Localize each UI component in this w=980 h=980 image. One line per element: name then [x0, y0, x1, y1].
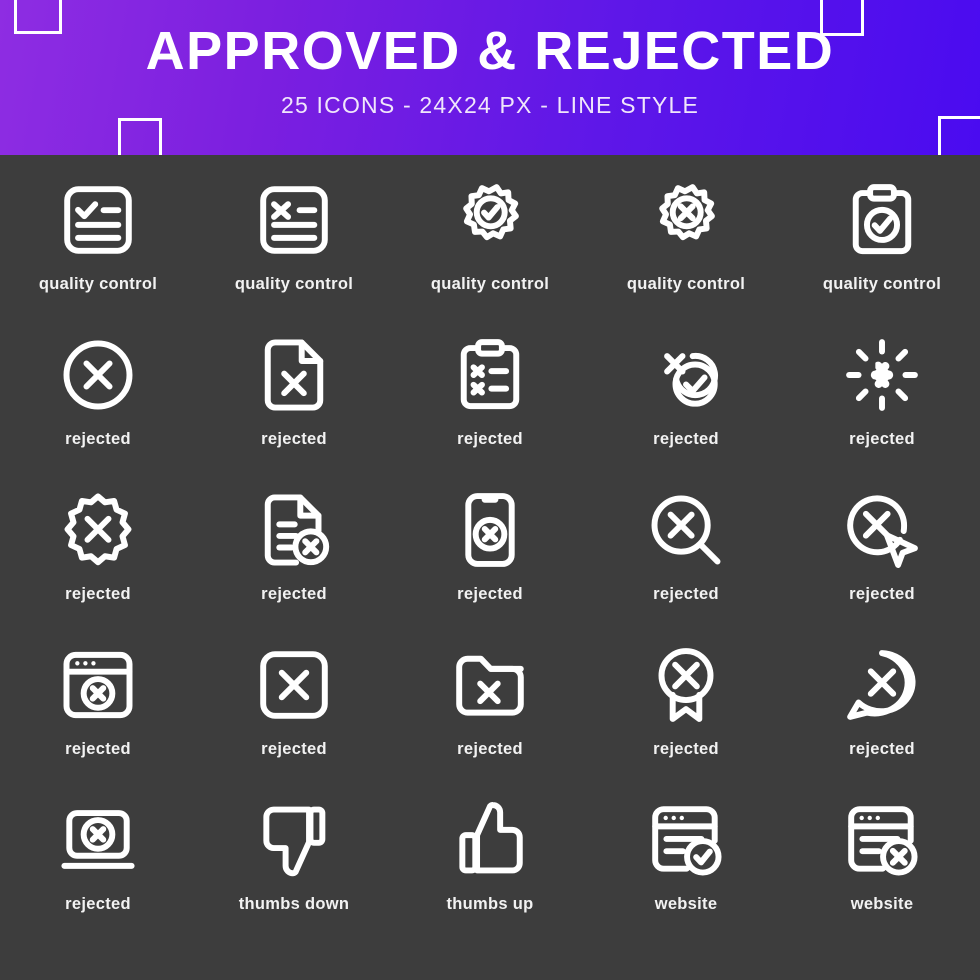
gear-cross-icon[interactable]	[643, 177, 729, 263]
icon-cell[interactable]: rejected	[196, 473, 392, 628]
icon-cell[interactable]: rejected	[0, 318, 196, 473]
icon-label: rejected	[65, 895, 131, 913]
icon-label: quality control	[234, 275, 354, 293]
header-banner: APPROVED & REJECTED 25 ICONS - 24X24 PX …	[0, 0, 980, 155]
clipboard-cross-list-icon[interactable]	[447, 332, 533, 418]
icon-cell[interactable]: rejected	[0, 783, 196, 938]
icon-set-page: APPROVED & REJECTED 25 ICONS - 24X24 PX …	[0, 0, 980, 980]
icon-label: rejected	[261, 430, 327, 448]
icon-cell[interactable]: website	[784, 783, 980, 938]
header-text-block: APPROVED & REJECTED 25 ICONS - 24X24 PX …	[0, 24, 980, 119]
icon-grid: quality control quality control quality …	[0, 155, 980, 938]
icon-label: rejected	[849, 740, 915, 758]
icon-label: quality control	[822, 275, 942, 293]
icon-label: rejected	[653, 430, 719, 448]
gear-check-icon[interactable]	[447, 177, 533, 263]
chat-cross-icon[interactable]	[839, 642, 925, 728]
page-title: APPROVED & REJECTED	[145, 21, 835, 81]
icon-label: thumbs down	[238, 895, 350, 913]
icon-label: rejected	[261, 740, 327, 758]
icon-cell[interactable]: rejected	[588, 628, 784, 783]
square-cross-icon[interactable]	[251, 642, 337, 728]
icon-cell[interactable]: quality control	[784, 163, 980, 318]
clipboard-check-icon[interactable]	[839, 177, 925, 263]
icon-cell[interactable]: rejected	[0, 628, 196, 783]
search-cross-icon[interactable]	[643, 487, 729, 573]
icon-label: quality control	[626, 275, 746, 293]
cross-burst-icon[interactable]	[839, 332, 925, 418]
icon-label: rejected	[65, 740, 131, 758]
thumbs-up-icon[interactable]	[447, 797, 533, 883]
badge-starburst-cross-icon[interactable]	[55, 487, 141, 573]
icon-cell[interactable]: quality control	[588, 163, 784, 318]
circle-cross-cursor-icon[interactable]	[839, 487, 925, 573]
icon-cell[interactable]: rejected	[588, 473, 784, 628]
document-cross-icon[interactable]	[251, 332, 337, 418]
icon-cell[interactable]: thumbs up	[392, 783, 588, 938]
icon-label: website	[850, 895, 914, 913]
website-check-icon[interactable]	[643, 797, 729, 883]
circle-cross-icon[interactable]	[55, 332, 141, 418]
icon-label: rejected	[457, 740, 523, 758]
icon-cell[interactable]: rejected	[392, 628, 588, 783]
icon-cell[interactable]: rejected	[588, 318, 784, 473]
thumbs-down-icon[interactable]	[251, 797, 337, 883]
laptop-cross-icon[interactable]	[55, 797, 141, 883]
decorative-square-bottom-right	[938, 116, 980, 155]
icon-cell[interactable]: rejected	[196, 318, 392, 473]
icon-label: quality control	[38, 275, 158, 293]
award-cross-icon[interactable]	[643, 642, 729, 728]
phone-cross-icon[interactable]	[447, 487, 533, 573]
note-cross-icon[interactable]	[251, 177, 337, 263]
icon-cell[interactable]: rejected	[196, 628, 392, 783]
icon-label: thumbs up	[446, 895, 534, 913]
icon-cell[interactable]: quality control	[0, 163, 196, 318]
icon-label: rejected	[457, 430, 523, 448]
page-subtitle: 25 ICONS - 24X24 PX - LINE STYLE	[280, 92, 700, 118]
icon-cell[interactable]: rejected	[784, 473, 980, 628]
note-check-icon[interactable]	[55, 177, 141, 263]
icon-label: rejected	[849, 430, 915, 448]
icon-label: rejected	[65, 585, 131, 603]
icon-cell[interactable]: rejected	[784, 628, 980, 783]
icon-cell[interactable]: quality control	[392, 163, 588, 318]
icon-cell[interactable]: quality control	[196, 163, 392, 318]
icon-label: rejected	[457, 585, 523, 603]
icon-cell[interactable]: thumbs down	[196, 783, 392, 938]
browser-cross-icon[interactable]	[55, 642, 141, 728]
icon-cell[interactable]: website	[588, 783, 784, 938]
file-lines-cross-icon[interactable]	[251, 487, 337, 573]
circles-cross-check-icon[interactable]	[643, 332, 729, 418]
icon-cell[interactable]: rejected	[392, 318, 588, 473]
icon-label: website	[654, 895, 718, 913]
decorative-square-bottom-left	[118, 118, 162, 155]
icon-label: rejected	[653, 740, 719, 758]
icon-cell[interactable]: rejected	[392, 473, 588, 628]
icon-cell[interactable]: rejected	[784, 318, 980, 473]
folder-cross-icon[interactable]	[447, 642, 533, 728]
icon-label: quality control	[430, 275, 550, 293]
icon-label: rejected	[849, 585, 915, 603]
website-cross-icon[interactable]	[839, 797, 925, 883]
icon-label: rejected	[65, 430, 131, 448]
icon-cell[interactable]: rejected	[0, 473, 196, 628]
icon-label: rejected	[261, 585, 327, 603]
icon-label: rejected	[653, 585, 719, 603]
